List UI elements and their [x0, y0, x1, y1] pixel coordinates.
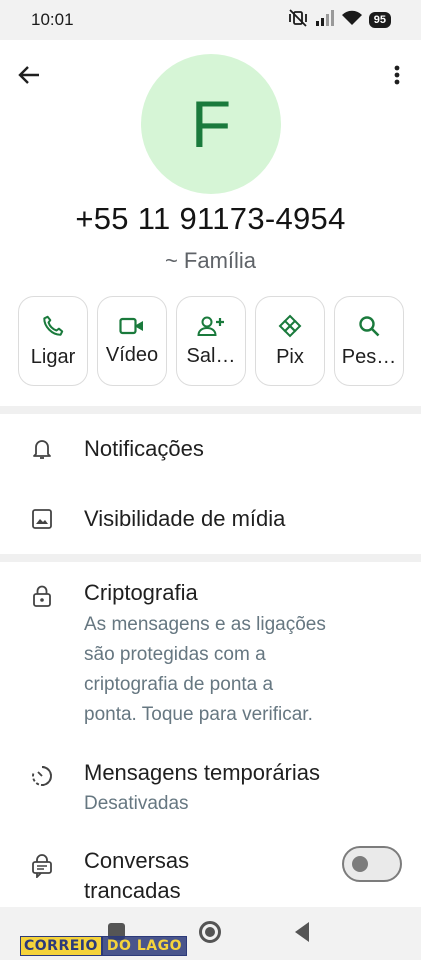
encryption-line: ponta. Toque para verificar.: [84, 704, 313, 725]
settings-section-2: Criptografia As mensagens e as ligações …: [0, 562, 421, 907]
search-label: Pes…: [341, 345, 397, 368]
back-arrow-icon: [18, 66, 39, 84]
search-icon: [359, 315, 380, 336]
media-visibility-row[interactable]: Visibilidade de mídia: [0, 484, 421, 554]
avatar-letter: F: [190, 87, 232, 161]
image-icon: [30, 507, 54, 531]
action-buttons: Ligar Vídeo Sal… Pix Pes…: [18, 296, 404, 386]
disappearing-messages-value: Desativadas: [84, 793, 189, 814]
status-icons: 95: [288, 8, 391, 32]
home-button[interactable]: [199, 921, 221, 943]
encryption-line: As mensagens e as ligações: [84, 614, 326, 635]
disappearing-messages-row[interactable]: Mensagens temporárias Desativadas: [0, 752, 421, 822]
back-button[interactable]: [14, 60, 44, 90]
pix-label: Pix: [276, 345, 304, 368]
status-bar: 10:01 95: [0, 0, 421, 40]
notifications-label: Notificações: [84, 436, 204, 461]
call-button[interactable]: Ligar: [18, 296, 88, 386]
disappearing-messages-title: Mensagens temporárias: [84, 760, 321, 785]
encryption-line: criptografia de ponta a: [84, 674, 274, 695]
toggle-knob: [352, 856, 368, 872]
save-label: Sal…: [186, 344, 236, 367]
add-contact-icon: [197, 316, 224, 336]
avatar[interactable]: F: [141, 54, 281, 194]
wifi-icon: [341, 10, 362, 31]
lock-icon: [30, 584, 54, 608]
more-vert-icon: [394, 65, 400, 85]
timer-icon: [30, 764, 54, 788]
more-options-button[interactable]: [385, 60, 409, 90]
notifications-row[interactable]: Notificações: [0, 414, 421, 484]
encryption-line: são protegidas com a: [84, 644, 266, 665]
contact-phone-number: +55 11 91173-4954: [75, 201, 346, 236]
encryption-title: Criptografia: [84, 580, 198, 605]
video-icon: [119, 317, 143, 334]
media-visibility-label: Visibilidade de mídia: [84, 506, 286, 531]
watermark-part2: DO LAGO: [101, 936, 187, 956]
status-time: 10:01: [31, 10, 74, 29]
video-label: Vídeo: [105, 343, 159, 366]
contact-header: F +55 11 91173-4954 ~ Família Ligar Víde…: [0, 40, 421, 406]
locked-chat-icon: [30, 854, 54, 878]
settings-section-1: Notificações Visibilidade de mídia: [0, 414, 421, 554]
watermark-part1: CORREIO: [20, 936, 102, 956]
back-nav-button[interactable]: [295, 922, 309, 942]
signal-icon: [315, 9, 335, 31]
section-divider: [0, 554, 421, 562]
encryption-row[interactable]: Criptografia As mensagens e as ligações …: [0, 562, 421, 732]
battery-icon: 95: [368, 12, 391, 28]
contact-group-name: ~ Família: [164, 248, 257, 273]
search-button[interactable]: Pes…: [334, 296, 404, 386]
bell-icon: [30, 437, 54, 461]
phone-icon: [43, 315, 64, 336]
watermark-logo: CORREIO DO LAGO: [20, 936, 187, 956]
video-call-button[interactable]: Vídeo: [97, 296, 167, 386]
mute-vibrate-icon: [288, 8, 308, 32]
pix-button[interactable]: Pix: [255, 296, 325, 386]
pix-icon: [278, 314, 302, 337]
locked-chats-toggle[interactable]: [342, 846, 402, 882]
locked-chats-title-line2: trancadas: [84, 878, 181, 903]
locked-chats-title-line1: Conversas: [84, 848, 190, 873]
save-contact-button[interactable]: Sal…: [176, 296, 246, 386]
encryption-description: As mensagens e as ligações são protegida…: [84, 610, 326, 730]
call-label: Ligar: [30, 345, 76, 368]
